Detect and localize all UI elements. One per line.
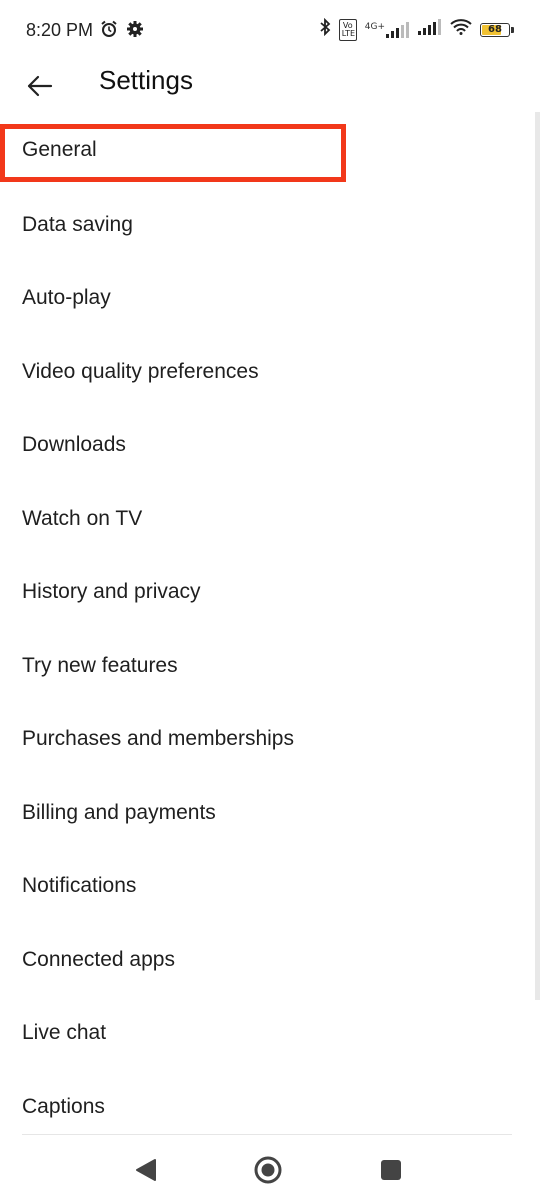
nav-home-button[interactable] <box>250 1152 286 1188</box>
nav-back-button[interactable] <box>128 1152 164 1188</box>
settings-item-data-saving[interactable]: Data saving <box>0 188 535 262</box>
back-triangle-icon <box>128 1159 164 1192</box>
alarm-icon <box>100 20 118 43</box>
settings-item-label: Downloads <box>22 433 126 457</box>
battery-cap <box>511 26 514 33</box>
settings-item-label: Try new features <box>22 653 178 677</box>
settings-item-video-quality[interactable]: Video quality preferences <box>0 335 535 409</box>
settings-item-live-chat[interactable]: Live chat <box>0 997 535 1071</box>
system-nav-bar <box>0 1140 540 1200</box>
arrow-left-icon <box>20 75 60 110</box>
settings-item-purchases[interactable]: Purchases and memberships <box>0 703 535 777</box>
volte-icon: Vo LTE <box>338 18 357 41</box>
settings-item-label: Purchases and memberships <box>22 727 294 751</box>
wifi-icon <box>450 19 472 40</box>
bluetooth-icon <box>319 17 331 41</box>
signal-icon <box>418 19 442 40</box>
settings-item-label: Connected apps <box>22 947 175 971</box>
status-time: 8:20 PM <box>26 20 94 40</box>
settings-item-try-new-features[interactable]: Try new features <box>0 629 535 703</box>
settings-item-auto-play[interactable]: Auto-play <box>0 262 535 336</box>
settings-item-label: Auto-play <box>22 286 111 310</box>
settings-item-general[interactable]: General <box>0 114 535 188</box>
home-circle-icon <box>250 1156 286 1192</box>
settings-item-watch-on-tv[interactable]: Watch on TV <box>0 482 535 556</box>
settings-item-label: Live chat <box>22 1021 107 1045</box>
back-button[interactable] <box>20 66 60 106</box>
page-title: Settings <box>99 65 193 95</box>
settings-item-downloads[interactable]: Downloads <box>0 409 535 483</box>
divider <box>22 1134 512 1135</box>
settings-item-captions[interactable]: Captions <box>0 1070 535 1144</box>
settings-item-label: Billing and payments <box>22 800 216 824</box>
settings-item-label: Watch on TV <box>22 506 143 530</box>
status-left-icons <box>100 20 144 43</box>
network-type: 4G+ <box>364 21 385 32</box>
settings-item-label: Notifications <box>22 874 137 898</box>
settings-item-label: Captions <box>22 1094 105 1118</box>
settings-item-label: History and privacy <box>22 580 201 604</box>
settings-item-notifications[interactable]: Notifications <box>0 850 535 924</box>
signal-icon: 4G+ <box>364 21 410 38</box>
settings-item-label: Data saving <box>22 212 133 236</box>
nav-recents-button[interactable] <box>373 1152 409 1188</box>
gear-icon <box>126 20 144 43</box>
status-bar: 8:20 PM Vo LTE 4G+ 68 <box>0 0 540 60</box>
battery-level: 68 <box>488 24 502 35</box>
settings-item-connected-apps[interactable]: Connected apps <box>0 923 535 997</box>
settings-item-history-privacy[interactable]: History and privacy <box>0 556 535 630</box>
battery-icon: 68 <box>480 22 514 37</box>
scrollbar[interactable] <box>535 112 540 1000</box>
status-right-icons: Vo LTE 4G+ 68 <box>319 17 514 41</box>
settings-item-billing[interactable]: Billing and payments <box>0 776 535 850</box>
settings-list: General Data saving Auto-play Video qual… <box>0 114 535 1144</box>
settings-item-label: General <box>22 138 97 161</box>
settings-item-label: Video quality preferences <box>22 359 259 383</box>
app-bar: Settings <box>0 60 540 110</box>
recents-square-icon <box>373 1160 409 1192</box>
